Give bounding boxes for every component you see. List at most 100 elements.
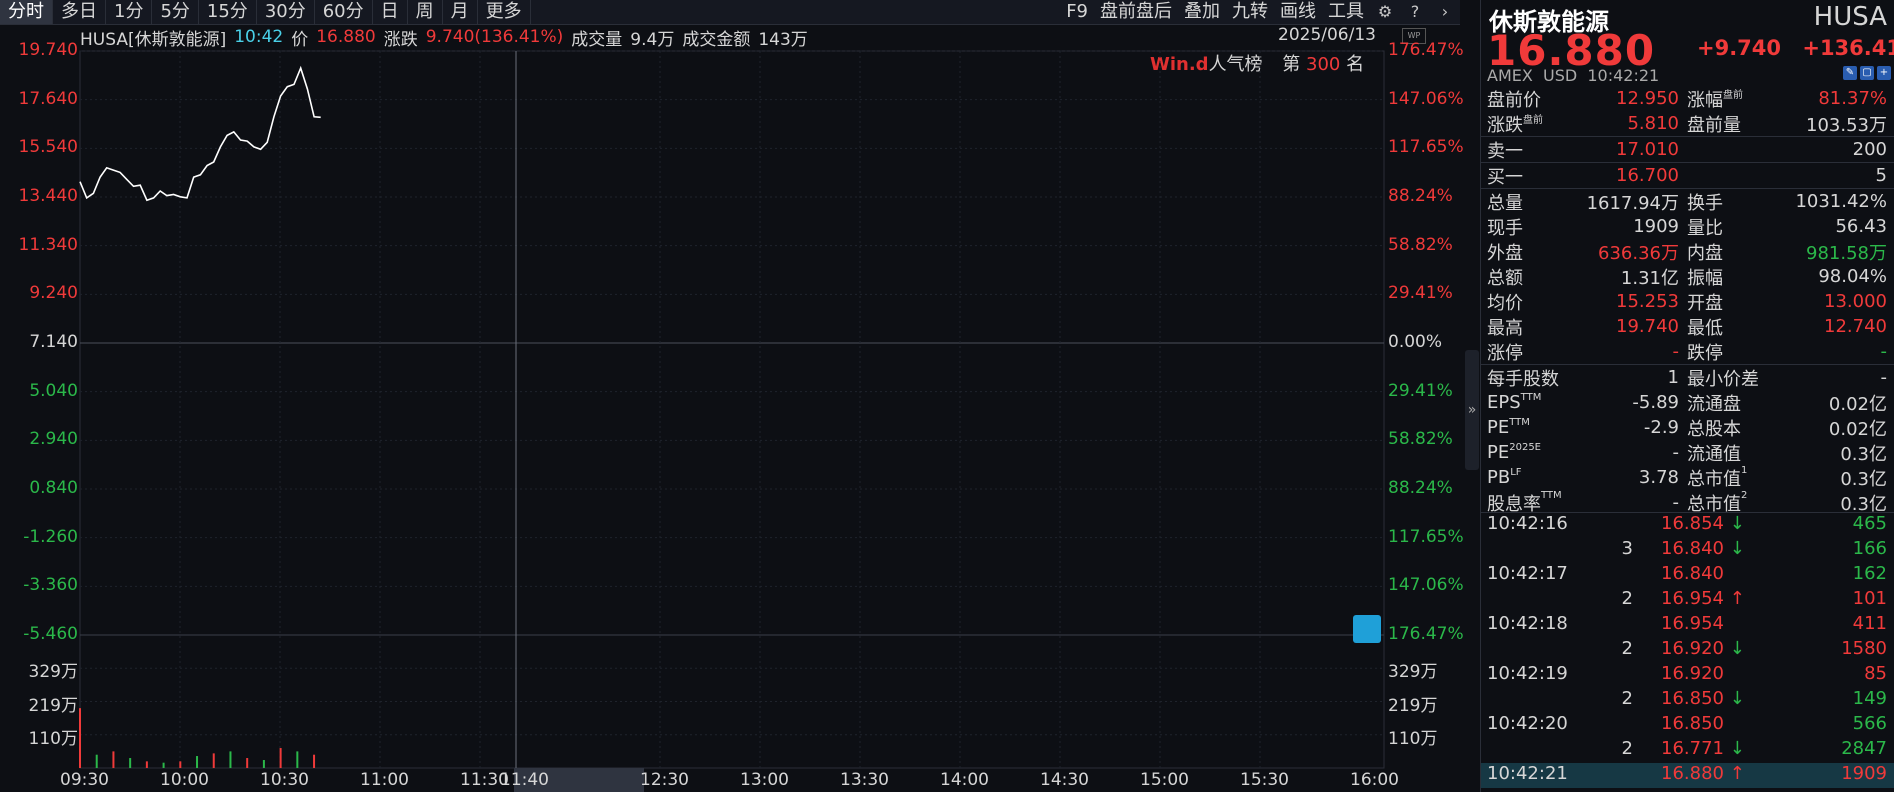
quote-label: EPSTTM xyxy=(1487,392,1541,413)
price-tick-up-5: 9.240 xyxy=(29,283,78,304)
plot-frame xyxy=(79,50,1385,769)
quote-label-text: 涨跌 xyxy=(1487,114,1523,136)
tick-row[interactable]: 10:42:16 16.854 ↓ 465 xyxy=(1481,513,1894,538)
quote-label-sup: TTM xyxy=(1509,417,1530,428)
quote-label: 最小价差 xyxy=(1687,365,1759,391)
change-percent: +136.41% xyxy=(1802,36,1894,60)
tick-price-value: 16.920 xyxy=(1661,663,1724,684)
quote-label: PBLF xyxy=(1487,467,1522,488)
quote-label-sup: 盘前 xyxy=(1523,114,1543,126)
quote-label-text: 跌停 xyxy=(1687,342,1723,364)
quote-label-text: 总股本 xyxy=(1687,418,1741,440)
quote-value: 0.3亿 xyxy=(1840,468,1887,490)
currency: USD xyxy=(1543,66,1578,85)
tick-price: 16.954 xyxy=(1661,613,1791,634)
tick-row[interactable]: 10:42:18 16.954 411 xyxy=(1481,613,1894,638)
quote-value: - xyxy=(1880,341,1888,362)
tick-price: 16.954 ↑ xyxy=(1661,588,1791,609)
arrow-down-icon: ↓ xyxy=(1723,638,1745,659)
time-tick-1: 10:00 xyxy=(160,770,209,790)
quote-label-text: PB xyxy=(1487,467,1511,488)
tick-volume: 1580 xyxy=(1841,638,1887,659)
add-icon[interactable]: + xyxy=(1877,66,1891,80)
quote-label: 振幅 xyxy=(1687,264,1723,290)
stock-code: HUSA xyxy=(1813,2,1887,32)
tick-time: 10:42:21 xyxy=(1487,763,1568,784)
tick-row[interactable]: 2 16.771 ↓ 2847 xyxy=(1481,738,1894,763)
quote-value: - xyxy=(1672,442,1680,463)
time-tick-11: 15:00 xyxy=(1140,770,1189,790)
quote-value: 0.02亿 xyxy=(1828,418,1887,440)
volume-tick-left-0: 329万 xyxy=(28,662,78,683)
volume-bar-7 xyxy=(196,756,199,768)
tick-row[interactable]: 10:42:19 16.920 85 xyxy=(1481,663,1894,688)
tick-row[interactable]: 2 16.954 ↑ 101 xyxy=(1481,588,1894,613)
quote-label: 每手股数 xyxy=(1487,365,1559,391)
change-amount: +9.740 xyxy=(1697,36,1782,60)
volume-bar-3 xyxy=(129,758,132,768)
tick-volume: 162 xyxy=(1852,563,1887,584)
tick-row[interactable]: 2 16.920 ↓ 1580 xyxy=(1481,638,1894,663)
tick-volume: 101 xyxy=(1852,588,1887,609)
quote-label: 内盘 xyxy=(1687,239,1723,265)
pct-tick-up-2: 117.65% xyxy=(1388,137,1464,158)
tick-row[interactable]: 10:42:20 16.850 566 xyxy=(1481,713,1894,738)
time-tick-6: 12:30 xyxy=(640,770,689,790)
pct-tick-up-5: 29.41% xyxy=(1388,283,1453,304)
quote-row: 涨跌盘前 5.810 盘前量 103.53万 xyxy=(1481,111,1894,137)
quote-label-sup: 1 xyxy=(1741,464,1748,476)
tick-price: 16.840 xyxy=(1661,563,1791,584)
quote-label-sup: TTM xyxy=(1541,489,1562,501)
quote-label: 涨停 xyxy=(1487,339,1523,365)
tick-row[interactable]: 10:42:17 16.840 162 xyxy=(1481,563,1894,588)
tick-time: 2 xyxy=(1621,688,1633,709)
volume-tick-left-2: 110万 xyxy=(28,728,78,749)
tick-time: 10:42:19 xyxy=(1487,663,1568,684)
time-tick-3: 11:00 xyxy=(360,770,409,790)
quote-row: 最高 19.740 最低 12.740 xyxy=(1481,314,1894,339)
pct-tick-down-1: 58.82% xyxy=(1388,429,1453,450)
quote-label: 开盘 xyxy=(1687,289,1723,315)
panel-tools: ✎ ▢ + xyxy=(1843,66,1891,80)
time-tick-7: 13:00 xyxy=(740,770,789,790)
tick-row[interactable]: 2 16.850 ↓ 149 xyxy=(1481,688,1894,713)
panel-toggle-handle[interactable]: » xyxy=(1465,350,1479,470)
quote-label-text: 最低 xyxy=(1687,317,1723,339)
pct-tick-up-4: 58.82% xyxy=(1388,234,1453,255)
quote-label-text: 量比 xyxy=(1687,217,1723,239)
quote-value: 3.78 xyxy=(1638,467,1679,488)
edit-icon[interactable]: ✎ xyxy=(1843,66,1857,80)
tick-row[interactable]: 10:42:21 16.880 ↑ 1909 xyxy=(1481,763,1894,788)
tick-price-value: 16.840 xyxy=(1661,538,1724,559)
quote-label: 最高 xyxy=(1487,314,1523,340)
quote-label-text: 流通盘 xyxy=(1687,393,1741,415)
quote-row: 均价 15.253 开盘 13.000 xyxy=(1481,289,1894,314)
quote-value: 1 xyxy=(1667,367,1679,388)
tick-volume: 566 xyxy=(1852,713,1887,734)
tick-row[interactable]: 3 16.840 ↓ 166 xyxy=(1481,538,1894,563)
intraday-chart[interactable] xyxy=(0,0,1460,792)
quote-label-text: PE xyxy=(1487,442,1510,463)
quote-value: 636.36万 xyxy=(1598,242,1679,264)
volume-bar-8 xyxy=(212,753,215,768)
quote-time: 10:42:21 xyxy=(1587,66,1660,85)
quote-label-text: 卖一 xyxy=(1487,140,1523,162)
quote-value: 56.43 xyxy=(1835,216,1887,237)
quote-label-text: 盘前量 xyxy=(1687,114,1741,136)
tick-list[interactable]: 10:42:16 16.854 ↓ 465 3 16.840 ↓ 166 10:42:17 1… xyxy=(1481,512,1894,788)
pct-tick-up-3: 88.24% xyxy=(1388,186,1453,206)
tick-time: 3 xyxy=(1621,538,1633,559)
quote-value: 1.31亿 xyxy=(1620,267,1679,289)
time-tick-13: 16:00 xyxy=(1350,770,1399,790)
window-icon[interactable]: ▢ xyxy=(1860,66,1874,80)
arrow-down-icon: ↓ xyxy=(1723,538,1745,559)
quote-row: PE2025E - 流通值 0.3亿 xyxy=(1481,440,1894,465)
quote-value: - xyxy=(1672,492,1680,513)
price-tick-down-3: -1.260 xyxy=(23,526,78,547)
quote-label-text: 换手 xyxy=(1687,192,1723,214)
quote-label: PETTM xyxy=(1487,417,1530,438)
time-tick-2: 10:30 xyxy=(260,770,309,790)
quote-label-text: 流通值 xyxy=(1687,443,1741,465)
price-tick-down-0: 5.040 xyxy=(29,380,78,401)
quote-label: 卖一 xyxy=(1487,137,1523,163)
